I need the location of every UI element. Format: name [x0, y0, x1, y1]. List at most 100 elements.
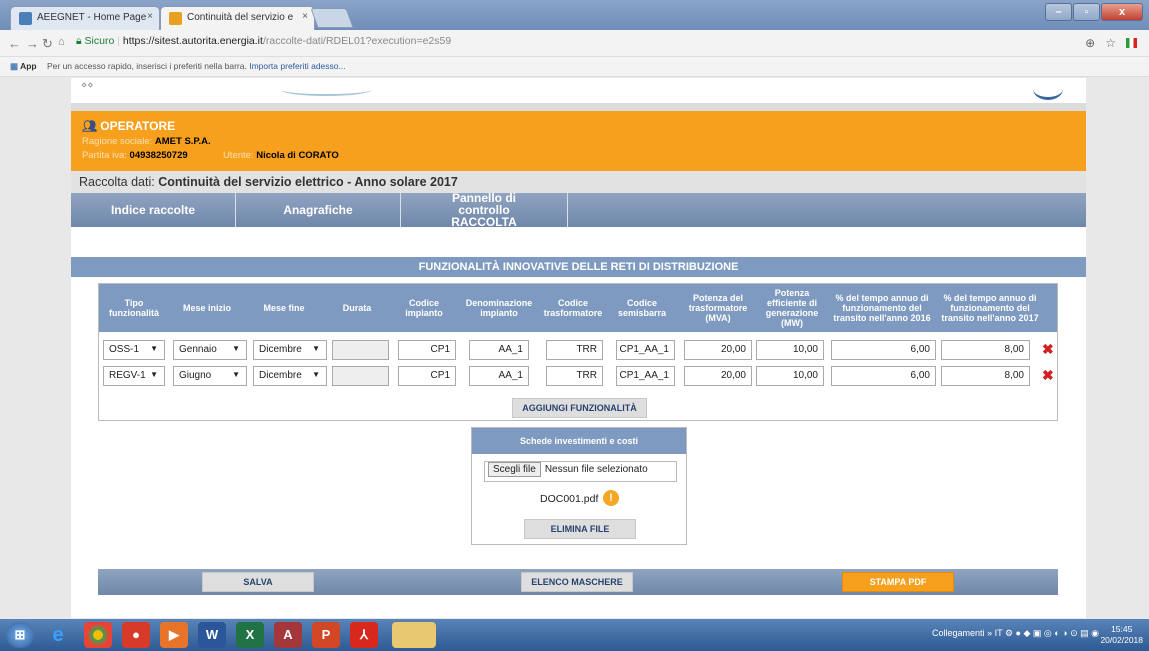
new-tab-button[interactable]: [310, 8, 354, 28]
tipo-select[interactable]: OSS-1 ▼: [103, 340, 165, 360]
pct-2017-input[interactable]: 8,00: [941, 340, 1030, 360]
explorer-folder-icon[interactable]: [392, 622, 436, 648]
chevron-down-icon: ▼: [312, 370, 320, 379]
mese-fine-value: Dicembre: [259, 370, 302, 381]
chevron-down-icon: ▼: [232, 344, 240, 353]
apps-grid-icon: ▦: [10, 61, 21, 71]
chevron-down-icon: ▼: [150, 344, 158, 353]
chevron-down-icon: ▼: [150, 370, 158, 379]
semisbarra-input[interactable]: CP1_AA_1: [616, 340, 675, 360]
reload-icon[interactable]: ↻: [42, 36, 53, 52]
url-field[interactable]: 🔒︎ Sicuro | https://sitest.autorita.ener…: [76, 35, 451, 48]
powerpoint-icon[interactable]: P: [312, 622, 340, 648]
mese-inizio-select[interactable]: Giugno ▼: [173, 366, 247, 386]
mese-fine-select[interactable]: Dicembre ▼: [253, 366, 327, 386]
ragione-row: Ragione sociale: AMET S.P.A.: [82, 136, 1086, 147]
table-row: OSS-1 ▼ Gennaio ▼ Dicembre ▼ CP1 AA_1 TRR C…: [99, 340, 1057, 362]
close-tab-icon[interactable]: ×: [302, 11, 308, 22]
acrobat-icon[interactable]: ⅄: [350, 622, 378, 648]
bookmarks-hint: Per un accesso rapido, inserisci i prefe…: [46, 61, 247, 71]
nav-indice-raccolte[interactable]: Indice raccolte: [71, 193, 236, 227]
col-codice-impianto: Codice impianto: [405, 298, 443, 318]
maximize-button[interactable]: ▫: [1073, 3, 1100, 21]
print-pdf-button[interactable]: STAMPA PDF: [842, 572, 954, 592]
schede-title: Schede investimenti e costi: [472, 428, 686, 454]
potenza-mw-input[interactable]: 10,00: [756, 366, 824, 386]
mese-fine-select[interactable]: Dicembre ▼: [253, 340, 327, 360]
delete-row-icon[interactable]: ✖: [1042, 367, 1054, 384]
word-icon[interactable]: W: [198, 622, 226, 648]
lock-icon: 🔒︎: [76, 35, 85, 47]
clock-time: 15:45: [1111, 624, 1133, 634]
delete-row-icon[interactable]: ✖: [1042, 341, 1054, 358]
star-icon[interactable]: ☆: [1105, 36, 1116, 50]
pct-2016-input[interactable]: 6,00: [831, 366, 936, 386]
potenza-mw-input[interactable]: 10,00: [756, 340, 824, 360]
mese-inizio-value: Giugno: [179, 370, 212, 381]
bookmarks-bar: ▦ App Per un accesso rapido, inserisci i…: [0, 57, 1149, 77]
add-funzionalita-button[interactable]: AGGIUNGI FUNZIONALITÀ: [512, 398, 647, 418]
app-icon[interactable]: ●: [122, 622, 150, 648]
potenza-mva-input[interactable]: 20,00: [684, 366, 752, 386]
durata-input: [332, 366, 389, 386]
home-icon[interactable]: ⌂: [58, 36, 65, 48]
uploaded-file-name[interactable]: DOC001.pdf: [540, 493, 598, 505]
main-nav: Indice raccolte Anagrafiche Pannello di …: [71, 192, 1086, 228]
close-window-button[interactable]: x: [1101, 3, 1143, 21]
forward-arrow-icon[interactable]: →: [26, 36, 39, 51]
close-tab-icon[interactable]: ×: [147, 11, 153, 22]
chrome-icon[interactable]: [84, 622, 112, 648]
tray-expand-icon[interactable]: »: [987, 628, 995, 638]
mese-inizio-select[interactable]: Gennaio ▼: [173, 340, 247, 360]
ie-icon[interactable]: e: [44, 622, 72, 648]
pct-2016-input[interactable]: 6,00: [831, 340, 936, 360]
codice-impianto-input[interactable]: CP1: [398, 340, 456, 360]
file-input[interactable]: Scegli file Nessun file selezionato: [484, 461, 677, 482]
tray-label[interactable]: Collegamenti: [932, 628, 985, 638]
access-icon[interactable]: A: [274, 622, 302, 648]
save-button[interactable]: SALVA: [202, 572, 314, 592]
trasformatore-input[interactable]: TRR: [546, 340, 603, 360]
trasformatore-input[interactable]: TRR: [546, 366, 603, 386]
col-mese-fine: Mese fine: [263, 303, 305, 313]
delete-file-button[interactable]: ELIMINA FILE: [524, 519, 636, 539]
tray-icons[interactable]: ⚙ ● ◆ ▣ ◎ ◐ ◑ ⊙ ▤ ◉: [1005, 628, 1099, 638]
nav-pannello-controllo[interactable]: Pannello di controllo RACCOLTA: [401, 192, 568, 228]
denominazione-input[interactable]: AA_1: [469, 366, 529, 386]
chevron-down-icon: ▼: [312, 344, 320, 353]
secure-label: Sicuro: [84, 35, 115, 47]
mese-inizio-value: Gennaio: [179, 344, 217, 355]
operator-title-label: OPERATORE: [100, 119, 176, 133]
col-denominazione: Denominazione impianto: [465, 298, 533, 318]
denominazione-input[interactable]: AA_1: [469, 340, 529, 360]
codice-impianto-input[interactable]: CP1: [398, 366, 456, 386]
zoom-icon[interactable]: ⊕: [1085, 36, 1095, 50]
apps-shortcut[interactable]: ▦ App: [10, 61, 37, 71]
info-icon[interactable]: !: [603, 490, 619, 506]
media-player-icon[interactable]: ▶: [160, 622, 188, 648]
potenza-mva-input[interactable]: 20,00: [684, 340, 752, 360]
import-bookmarks-link[interactable]: Importa preferiti adesso...: [249, 61, 345, 71]
nav-anagrafiche[interactable]: Anagrafiche: [236, 193, 401, 227]
tab-continuita[interactable]: Continuità del servizio e ×: [160, 6, 315, 30]
semisbarra-input[interactable]: CP1_AA_1: [616, 366, 675, 386]
chevron-down-icon: ▼: [232, 370, 240, 379]
excel-icon[interactable]: X: [236, 622, 264, 648]
system-tray: Collegamenti » IT ⚙ ● ◆ ▣ ◎ ◐ ◑ ⊙ ▤ ◉: [932, 628, 1099, 639]
tipo-select[interactable]: REGV-1 ▼: [103, 366, 165, 386]
col-durata: Durata: [342, 303, 372, 313]
minimize-button[interactable]: –: [1045, 3, 1072, 21]
start-button-icon[interactable]: ⊞: [6, 622, 34, 648]
clock[interactable]: 15:45 20/02/2018: [1100, 624, 1143, 646]
pct-2017-input[interactable]: 8,00: [941, 366, 1030, 386]
tab-title: Continuità del servizio e: [187, 12, 294, 23]
mese-fine-value: Dicembre: [259, 344, 302, 355]
tab-home-page[interactable]: AEEGNET - Home Page ×: [10, 6, 160, 30]
choose-file-button[interactable]: Scegli file: [488, 462, 541, 477]
elenco-maschere-button[interactable]: ELENCO MASCHERE: [521, 572, 633, 592]
table-header: Tipo funzionalità Mese inizio Mese fine …: [99, 284, 1057, 332]
italy-flag-icon[interactable]: [1126, 38, 1137, 48]
back-arrow-icon[interactable]: ←: [8, 36, 21, 51]
language-indicator[interactable]: IT: [995, 628, 1003, 638]
logo-strip: ⋄⋄: [71, 78, 1086, 103]
